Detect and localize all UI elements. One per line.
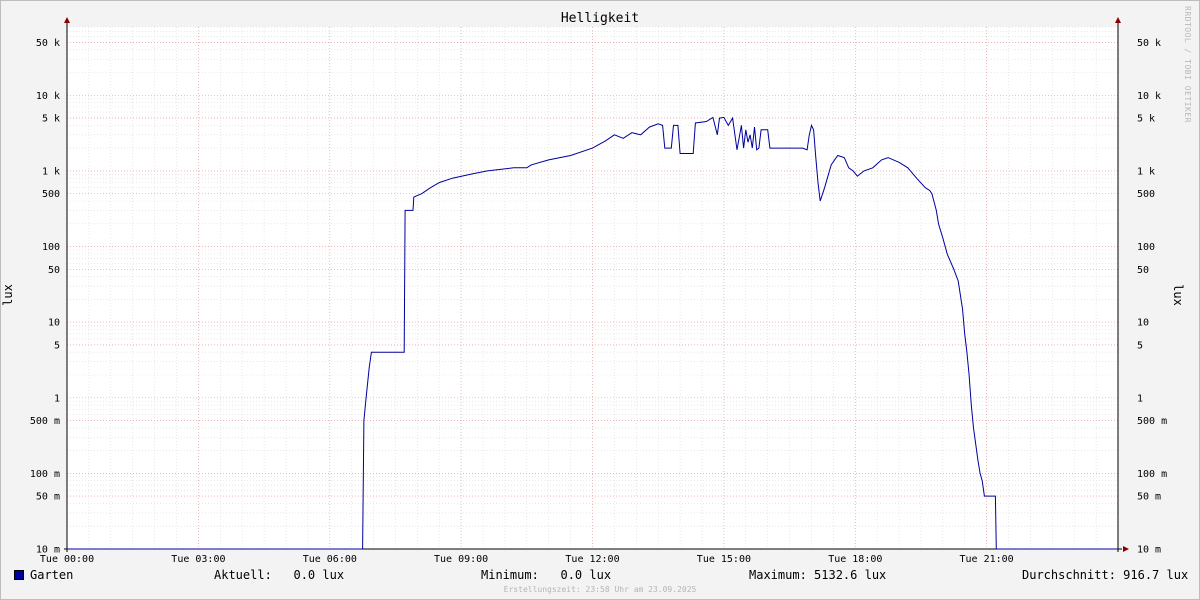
y-tick-label-right: 1: [1137, 393, 1143, 404]
legend-average: Durchschnitt: 916.7 lux: [1022, 568, 1189, 582]
y-tick-label-right: 100: [1137, 242, 1155, 253]
y-tick-label-left: 10 k: [36, 91, 60, 102]
x-tick-label: Tue 12:00: [565, 554, 619, 565]
y-axis-left-arrow: [64, 17, 70, 23]
legend-series-name: Garten: [30, 568, 74, 582]
x-tick-label: Tue 00:00: [40, 554, 94, 565]
y-tick-label-left: 1: [54, 393, 60, 404]
legend-minimum: Minimum: 0.0 lux: [481, 568, 612, 582]
y-tick-label-right: 100 m: [1137, 469, 1167, 480]
y-tick-label-left: 10: [48, 318, 60, 329]
y-tick-label-left: 50 k: [36, 38, 60, 49]
y-tick-label-right: 5 k: [1137, 114, 1155, 125]
legend-current: Aktuell: 0.0 lux: [214, 568, 345, 582]
y-tick-label-left: 10 m: [36, 545, 60, 556]
y-tick-label-left: 100: [42, 242, 60, 253]
x-tick-label: Tue 03:00: [171, 554, 225, 565]
y-tick-label-left: 500 m: [30, 416, 60, 427]
y-tick-label-left: 50 m: [36, 492, 60, 503]
y-tick-label-right: 10 m: [1137, 545, 1161, 556]
y-tick-label-right: 10 k: [1137, 91, 1161, 102]
y-tick-label-left: 5 k: [42, 114, 60, 125]
y-tick-label-left: 100 m: [30, 469, 60, 480]
y-tick-label-right: 50: [1137, 265, 1149, 276]
y-tick-label-left: 50: [48, 265, 60, 276]
legend-maximum: Maximum: 5132.6 lux: [749, 568, 887, 582]
chart-canvas: Tue 00:00 Tue 03:00 Tue 06:00 Tue 09:00 Tue …: [30, 17, 1167, 565]
x-tick-label: Tue 15:00: [697, 554, 751, 565]
x-tick-label: Tue 06:00: [303, 554, 357, 565]
y-tick-label-left: 500: [42, 189, 60, 200]
x-tick-label: Tue 18:00: [828, 554, 882, 565]
y-tick-label-right: 10: [1137, 318, 1149, 329]
x-axis-arrow: [1123, 546, 1129, 552]
creation-timestamp: Erstellungszeit: 23:58 Uhr am 23.09.2025: [503, 585, 697, 594]
y-tick-label-right: 1 k: [1137, 166, 1155, 177]
y-axis-right-arrow: [1115, 17, 1121, 23]
legend-swatch-garten: [14, 570, 24, 580]
y-tick-label-right: 500: [1137, 189, 1155, 200]
y-tick-label-right: 50 k: [1137, 38, 1161, 49]
x-tick-label: Tue 09:00: [434, 554, 488, 565]
y-tick-label-right: 50 m: [1137, 492, 1161, 503]
y-tick-label-right: 500 m: [1137, 416, 1167, 427]
x-tick-label: Tue 21:00: [960, 554, 1014, 565]
y-tick-label-right: 5: [1137, 340, 1143, 351]
y-tick-label-left: 5: [54, 340, 60, 351]
y-tick-label-left: 1 k: [42, 166, 60, 177]
